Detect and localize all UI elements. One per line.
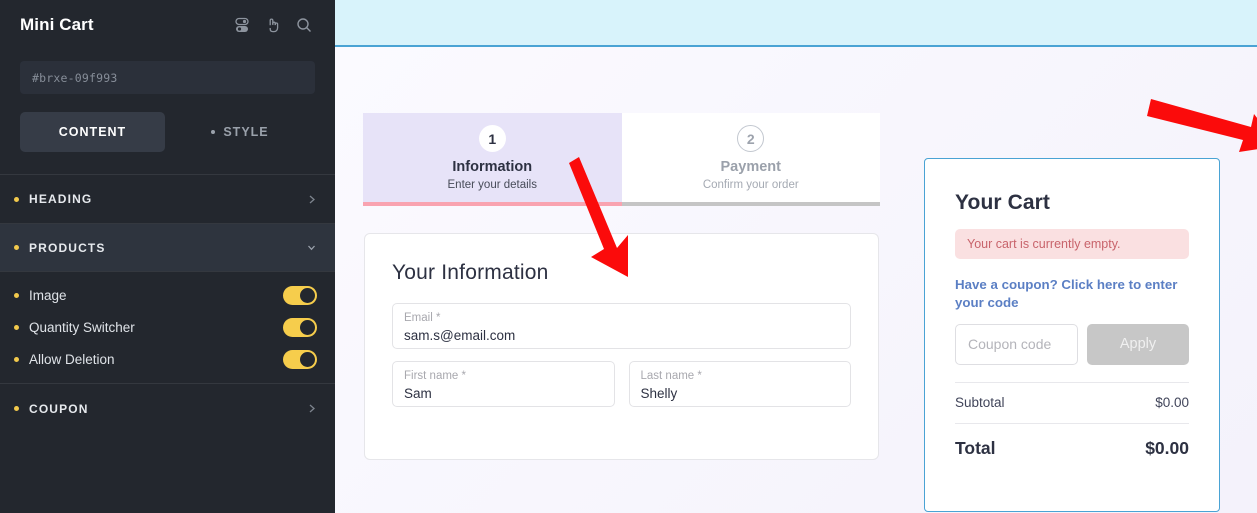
tab-style-label: STYLE	[223, 125, 269, 139]
sidebar-section-coupon-label: COUPON	[29, 401, 89, 416]
chevron-down-icon	[305, 241, 318, 254]
tab-content[interactable]: CONTENT	[20, 112, 165, 152]
first-name-field-value: Sam	[404, 386, 432, 401]
cart-total-value: $0.00	[1145, 438, 1189, 459]
step-number: 1	[478, 125, 506, 152]
element-id-value: #brxe-09f993	[32, 70, 118, 85]
sidebar-tabs: CONTENT STYLE	[20, 112, 315, 152]
style-modified-dot	[211, 130, 216, 134]
products-options-list: Image Quantity Switcher Allow Deletion	[0, 272, 335, 383]
cart-total-row: Total $0.00	[955, 424, 1189, 474]
sidebar-section-heading[interactable]: HEADING	[0, 174, 335, 223]
tab-style[interactable]: STYLE	[165, 112, 315, 152]
step-information-subtitle: Enter your details	[447, 179, 538, 191]
step-information-title: Information	[452, 159, 533, 175]
your-information-card: Your Information Email * sam.s@email.com…	[364, 233, 879, 460]
step-payment[interactable]: 2 Payment Confirm your order	[621, 113, 880, 206]
tab-content-label: CONTENT	[58, 125, 127, 139]
cart-subtotal-label: Subtotal	[955, 395, 1005, 411]
toggles-icon[interactable]	[233, 16, 251, 34]
sidebar-section-products[interactable]: PRODUCTS	[0, 223, 335, 272]
option-status-dot	[14, 324, 19, 330]
element-id-field[interactable]: #brxe-09f993	[20, 61, 315, 94]
builder-screen: Mini Cart #brxe-09f993 CONTENT STYLE HEA…	[0, 0, 1257, 513]
sidebar-header-icons	[233, 16, 313, 34]
chevron-right-icon	[305, 193, 318, 206]
cart-total-label: Total	[955, 438, 996, 459]
step-payment-title: Payment	[720, 159, 781, 175]
pointer-hand-icon[interactable]	[264, 16, 282, 34]
email-field-value: sam.s@email.com	[404, 328, 516, 343]
option-quantity-switcher-toggle[interactable]	[283, 317, 317, 337]
apply-coupon-button[interactable]: Apply	[1087, 323, 1189, 365]
option-allow-deletion-toggle[interactable]	[283, 349, 317, 369]
email-field-label: Email *	[404, 312, 441, 324]
builder-sidebar: Mini Cart #brxe-09f993 CONTENT STYLE HEA…	[0, 0, 335, 513]
section-status-dot	[14, 406, 19, 411]
option-status-dot	[14, 292, 19, 298]
preview-top-banner	[335, 0, 1257, 47]
option-quantity-switcher[interactable]: Quantity Switcher	[0, 311, 335, 343]
option-quantity-switcher-label: Quantity Switcher	[29, 319, 135, 335]
sidebar-section-coupon[interactable]: COUPON	[0, 384, 335, 433]
email-field[interactable]: Email * sam.s@email.com	[392, 303, 851, 349]
option-image-toggle[interactable]	[283, 285, 317, 305]
last-name-field-value: Shelly	[640, 386, 678, 401]
step-payment-subtitle: Confirm your order	[702, 179, 799, 191]
your-cart-panel[interactable]: Your Cart Your cart is currently empty. …	[924, 158, 1220, 512]
cart-subtotal-row: Subtotal $0.00	[955, 383, 1189, 423]
coupon-form: Coupon code Apply	[955, 323, 1189, 365]
cart-empty-message: Your cart is currently empty.	[955, 229, 1189, 259]
section-status-dot	[14, 196, 19, 202]
step-information[interactable]: 1 Information Enter your details	[363, 113, 622, 206]
apply-coupon-label: Apply	[1119, 336, 1157, 353]
coupon-toggle-link[interactable]: Have a coupon? Click here to enter your …	[955, 276, 1189, 312]
coupon-code-placeholder: Coupon code	[968, 336, 1052, 353]
name-fields-row: First name * Sam Last name * Shelly	[392, 361, 851, 407]
your-information-heading: Your Information	[392, 261, 549, 284]
last-name-field[interactable]: Last name * Shelly	[628, 361, 851, 407]
chevron-right-icon	[305, 402, 318, 415]
preview-area: 1 Information Enter your details 2 Payme…	[335, 0, 1257, 513]
option-image-label: Image	[29, 287, 67, 303]
coupon-code-input[interactable]: Coupon code	[955, 323, 1078, 365]
last-name-field-label: Last name *	[640, 370, 702, 382]
sidebar-section-heading-label: HEADING	[29, 192, 93, 206]
checkout-steps: 1 Information Enter your details 2 Payme…	[363, 113, 880, 206]
sidebar-header: Mini Cart	[0, 0, 335, 50]
step-active-underline	[363, 202, 622, 206]
your-cart-heading: Your Cart	[955, 191, 1051, 214]
step-inactive-underline	[621, 202, 880, 206]
sidebar-section-products-label: PRODUCTS	[29, 240, 106, 255]
first-name-field[interactable]: First name * Sam	[392, 361, 615, 407]
step-number: 2	[737, 125, 765, 152]
option-allow-deletion[interactable]: Allow Deletion	[0, 343, 335, 375]
first-name-field-label: First name *	[404, 370, 466, 382]
option-allow-deletion-label: Allow Deletion	[29, 351, 115, 367]
cart-subtotal-value: $0.00	[1155, 395, 1189, 411]
preview-canvas: 1 Information Enter your details 2 Payme…	[335, 47, 1257, 513]
search-icon[interactable]	[295, 16, 313, 34]
option-image[interactable]: Image	[0, 279, 335, 311]
option-status-dot	[14, 356, 19, 362]
section-status-dot	[14, 245, 19, 250]
sidebar-sections: HEADING PRODUCTS Image Quantity Switcher…	[0, 174, 335, 433]
panel-title: Mini Cart	[20, 15, 94, 34]
